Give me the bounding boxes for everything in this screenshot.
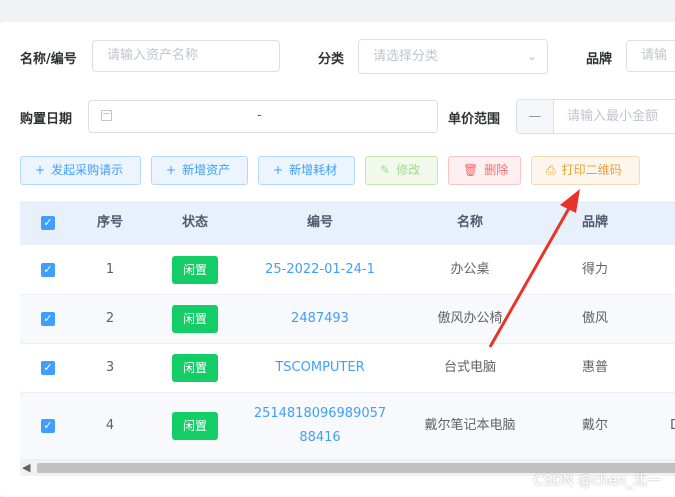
plus-icon: + [35,163,46,177]
truncated-column-cell: D [669,418,675,433]
column-header-status[interactable]: 状态 [165,201,225,245]
purchase-date-label: 购置日期 [20,112,73,127]
category-select[interactable]: 请选择分类 ⌄ [358,39,548,74]
edit-button[interactable]: ✎ 修改 [365,156,438,185]
print-qrcode-label: 打印二维码 [561,163,622,177]
row-checkbox[interactable]: ✓ [41,361,55,375]
purchase-request-label: 发起采购请示 [51,163,124,177]
add-asset-button[interactable]: + 新增资产 [151,156,248,185]
brand-input[interactable]: 请输 [626,40,675,72]
top-strip [0,0,675,22]
column-header-code[interactable]: 编号 [260,201,380,245]
delete-label: 删除 [484,163,509,177]
status-badge: 闲置 [172,354,218,382]
csdn-watermark: CSDN @chen_北一 [533,473,661,489]
asset-code-link[interactable]: 25-2022-01-24-1 [250,245,390,294]
row-index: 2 [105,311,115,326]
delete-button[interactable]: 🗑 删除 [448,156,521,185]
row-index: 4 [105,418,115,433]
scroll-left-arrow-icon[interactable]: ◀ [22,460,30,476]
status-badge: 闲置 [172,256,218,284]
brand-label: 品牌 [586,52,613,67]
category-select-placeholder: 请选择分类 [373,49,439,64]
select-all-checkbox[interactable]: ✓ [41,216,55,230]
plus-icon: + [273,163,284,177]
category-label: 分类 [318,52,345,67]
status-badge: 闲置 [172,412,218,440]
plus-icon: + [166,163,177,177]
trash-icon: 🗑 [463,163,479,177]
asset-brand: 戴尔 [581,418,608,433]
add-consumable-button[interactable]: + 新增耗材 [258,156,355,185]
price-min-input[interactable]: 请输入最小金额 [567,100,658,133]
date-range-picker[interactable]: - [88,100,438,133]
annotation-arrow [488,189,580,348]
asset-code-link[interactable]: TSCOMPUTER [250,344,390,392]
asset-code-link[interactable]: 2514818096989057 [240,403,400,425]
row-checkbox[interactable]: ✓ [41,419,55,433]
row-index: 3 [105,360,115,375]
row-index: 1 [105,262,115,277]
printer-icon: ⎙ [546,163,556,177]
price-decrement-button[interactable]: — [517,100,554,133]
name-code-label: 名称/编号 [20,52,77,67]
annotation-arrow-line [488,202,574,348]
status-badge: 闲置 [172,305,218,333]
asset-name: 戴尔笔记本电脑 [424,418,516,433]
price-min-input-group[interactable]: — 请输入最小金额 [516,99,675,134]
edit-label: 修改 [396,163,421,177]
edit-icon: ✎ [380,163,391,177]
annotation-arrow-head [560,189,580,213]
row-checkbox[interactable]: ✓ [41,263,55,277]
asset-code-link[interactable]: 2487493 [250,295,390,343]
name-search-input[interactable]: 请输入资产名称 [92,40,280,72]
asset-code-link-continued[interactable]: 88416 [240,427,400,449]
price-range-label: 单价范围 [448,112,501,127]
add-consumable-label: 新增耗材 [289,163,338,177]
table-row[interactable]: ✓ 4 闲置 2514818096989057 88416 戴尔笔记本电脑 戴尔… [20,393,675,460]
calendar-icon [101,110,112,121]
purchase-request-button[interactable]: + 发起采购请示 [20,156,141,185]
add-asset-label: 新增资产 [182,163,231,177]
print-qrcode-button[interactable]: ⎙ 打印二维码 [531,156,640,185]
date-range-separator: - [257,108,262,123]
column-header-index[interactable]: 序号 [80,201,140,245]
chevron-down-icon: ⌄ [526,49,537,63]
row-checkbox[interactable]: ✓ [41,312,55,326]
